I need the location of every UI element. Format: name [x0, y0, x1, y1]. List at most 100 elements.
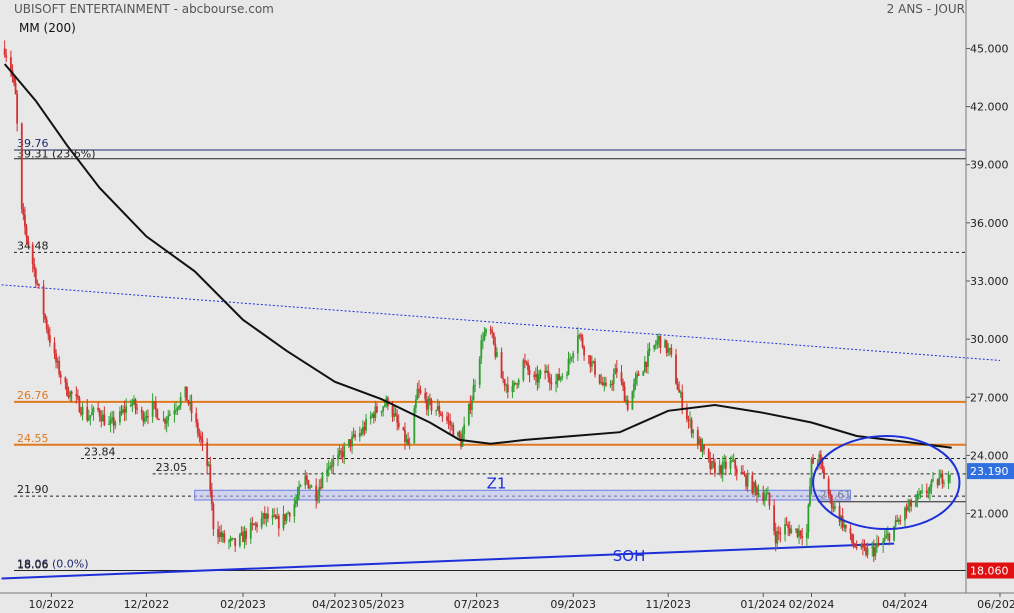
candle-body — [277, 515, 280, 529]
candle-body — [220, 532, 223, 538]
x-tick-label: 05/2023 — [359, 598, 405, 611]
candle-body — [55, 353, 57, 363]
candle-body — [341, 451, 344, 458]
candle-body — [729, 460, 732, 469]
candle-body — [145, 416, 148, 418]
candle-body — [647, 351, 649, 367]
candle-body — [249, 522, 252, 539]
candle-body — [153, 401, 156, 403]
candle-body — [365, 418, 367, 431]
candle-body — [495, 352, 498, 357]
candle-body — [626, 399, 629, 410]
candle-body — [590, 361, 593, 367]
candle-body — [143, 417, 146, 422]
candle-body — [330, 465, 333, 467]
candle-body — [888, 533, 891, 541]
candle-body — [14, 82, 17, 95]
candle-body — [524, 360, 526, 363]
candle-body — [576, 335, 579, 354]
candle-body — [212, 503, 215, 530]
candle-body — [404, 429, 406, 442]
candle-body — [936, 479, 939, 486]
candle-body — [829, 494, 832, 496]
candle-body — [25, 226, 28, 237]
candle-body — [851, 533, 853, 543]
candle-body — [48, 334, 51, 343]
candle-body — [179, 397, 182, 406]
candle-body — [282, 513, 285, 529]
candle-body — [598, 374, 601, 384]
candle-body — [601, 382, 604, 386]
candle-body — [904, 507, 906, 521]
candle-body — [206, 442, 209, 466]
candle-body — [928, 487, 931, 493]
candle-body — [489, 329, 492, 331]
candle-body — [569, 358, 571, 360]
candle-body — [418, 388, 420, 391]
candle-body — [796, 528, 799, 537]
candle-body — [681, 392, 684, 409]
candle-body — [394, 413, 397, 416]
candle-body — [221, 533, 224, 538]
candle-body — [427, 398, 430, 410]
candle-body — [763, 497, 766, 502]
candle-body — [10, 57, 12, 71]
candle-body — [896, 520, 899, 522]
candle-body — [502, 378, 505, 380]
candle-body — [119, 411, 121, 423]
candle-body — [234, 538, 237, 546]
candle-body — [20, 123, 23, 209]
candle-body — [24, 214, 26, 227]
candle-body — [615, 368, 618, 373]
candle-body — [886, 533, 889, 535]
candle-body — [645, 361, 648, 367]
candle-body — [516, 383, 519, 385]
price-chart[interactable]: 39.7639.31 (23.6%)34.4826.7624.5523.8423… — [0, 0, 1014, 613]
candle-body — [777, 531, 780, 534]
candle-body — [156, 409, 159, 420]
candle-body — [428, 398, 431, 400]
candle-body — [667, 348, 670, 353]
candle-body — [614, 368, 617, 375]
candle-body — [98, 409, 101, 417]
candle-body — [809, 486, 811, 505]
candle-body — [285, 513, 288, 521]
candle-body — [561, 375, 564, 378]
candle-body — [731, 460, 733, 462]
candle-body — [698, 439, 701, 444]
candle-body — [3, 48, 6, 56]
candle-body — [460, 437, 462, 447]
candle-body — [862, 544, 864, 548]
candle-body — [500, 352, 503, 379]
candle-body — [633, 383, 635, 392]
candle-body — [567, 358, 570, 375]
candle-body — [136, 408, 138, 410]
candle-body — [787, 524, 790, 528]
candle-body — [405, 439, 408, 442]
candle-body — [228, 541, 230, 543]
candle-body — [243, 531, 246, 542]
candle-body — [709, 458, 712, 469]
candle-body — [157, 419, 160, 421]
candle-body — [899, 520, 902, 522]
candle-body — [362, 426, 364, 434]
candle-body — [293, 504, 296, 517]
candle-body — [788, 527, 791, 534]
candle-body — [927, 492, 930, 494]
candle-body — [38, 284, 40, 286]
level-label: 23.05 — [156, 461, 188, 474]
candle-body — [735, 468, 738, 473]
candle-body — [242, 532, 244, 542]
candle-body — [712, 461, 715, 463]
y-tick-label: 21.000 — [970, 508, 1009, 521]
x-tick-label: 02/2023 — [220, 598, 266, 611]
candle-body — [550, 382, 553, 385]
candle-body — [827, 478, 830, 495]
candle-body — [425, 399, 428, 410]
candle-body — [349, 439, 352, 447]
candle-body — [92, 407, 95, 413]
candle-body — [938, 477, 941, 486]
candle-body — [659, 336, 662, 348]
candle-body — [622, 381, 624, 387]
candle-body — [785, 524, 788, 526]
